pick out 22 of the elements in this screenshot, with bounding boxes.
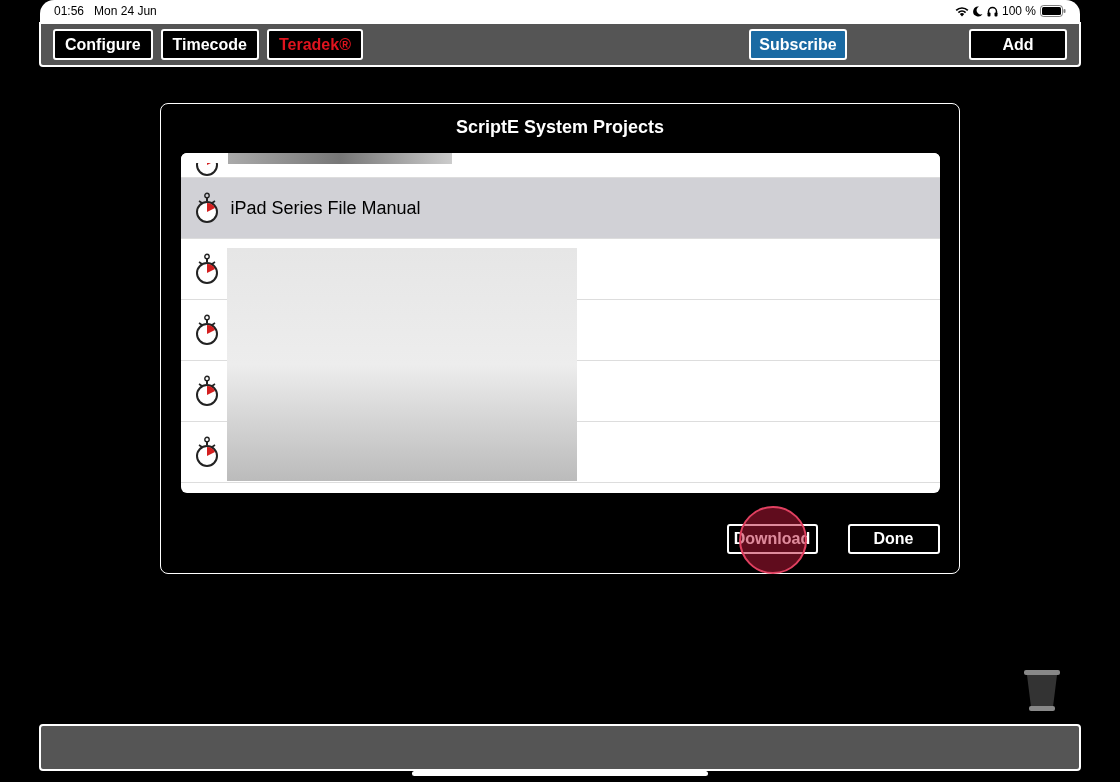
trash-icon[interactable]: [1024, 670, 1060, 712]
headphones-icon: [986, 5, 998, 17]
stopwatch-icon: [194, 192, 219, 224]
toolbar-button[interactable]: Timecode: [160, 29, 259, 60]
project-name: iPad Series File Manual: [230, 196, 421, 220]
stopwatch-icon: [194, 314, 219, 346]
done-button[interactable]: Done: [847, 524, 940, 554]
stopwatch-icon: [194, 253, 219, 285]
wifi-icon: [954, 5, 969, 17]
battery-icon: [1040, 5, 1066, 17]
status-date: Mon 24 Jun: [94, 3, 157, 20]
toolbar-button[interactable]: Teradek®: [266, 29, 363, 60]
dialog-title: ScriptE System Projects: [455, 116, 665, 139]
stopwatch-icon: [194, 436, 219, 468]
toolbar-button[interactable]: Configure: [53, 29, 153, 60]
project-row[interactable]: iPad Series File Manual: [180, 178, 940, 239]
status-time: 01:56: [54, 3, 85, 20]
add-button[interactable]: Add: [969, 29, 1067, 60]
subscribe-button[interactable]: Subscribe: [749, 29, 847, 60]
stopwatch-icon: [194, 375, 219, 407]
moon-icon: [972, 5, 983, 17]
battery-percent: 100 %: [1001, 3, 1036, 20]
